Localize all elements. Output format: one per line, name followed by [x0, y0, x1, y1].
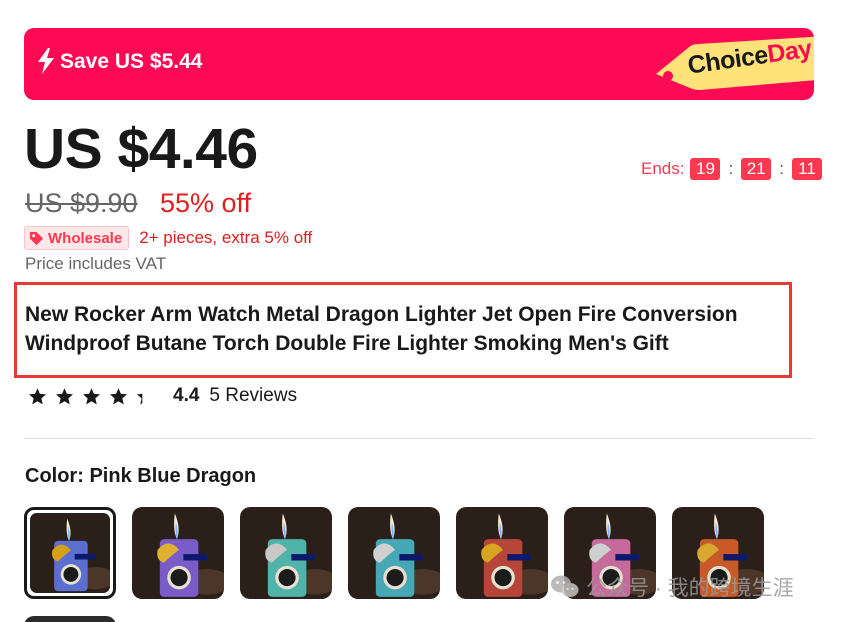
- lighter-thumbnail-image: [132, 507, 224, 599]
- wholesale-row: Wholesale 2+ pieces, extra 5% off: [24, 226, 312, 250]
- wholesale-offer-text: 2+ pieces, extra 5% off: [139, 228, 313, 247]
- star-icon: [56, 387, 73, 404]
- color-swatch[interactable]: [240, 507, 332, 599]
- rating-score: 4.4: [173, 385, 200, 406]
- color-swatch[interactable]: [456, 507, 548, 599]
- star-rating: [28, 387, 163, 406]
- countdown-hours: 19: [690, 158, 721, 180]
- lighter-thumbnail-image: [30, 513, 110, 593]
- watermark: 公众号 · 我的跨境生涯: [550, 572, 794, 602]
- color-swatch[interactable]: [24, 507, 116, 599]
- vat-note: Price includes VAT: [25, 254, 167, 273]
- lighter-thumbnail-image: [456, 507, 548, 599]
- savings-text: Save US $5.44: [60, 50, 203, 73]
- countdown-label: Ends:: [641, 159, 685, 178]
- star-icon: [29, 387, 46, 404]
- countdown-minutes: 21: [741, 158, 772, 180]
- lighter-thumbnail-image: [348, 507, 440, 599]
- wechat-icon: [551, 575, 579, 597]
- lightning-icon: [36, 48, 56, 79]
- price-tag-icon: [29, 231, 44, 245]
- star-icon: [110, 387, 127, 404]
- countdown-seconds: 11: [791, 158, 822, 180]
- divider: [24, 438, 814, 439]
- lighter-thumbnail-image: [240, 507, 332, 599]
- rating-row[interactable]: 4.4 5 Reviews: [28, 384, 297, 408]
- selected-color-name: Pink Blue Dragon: [89, 465, 257, 487]
- partial-star-icon: [137, 387, 154, 404]
- wholesale-badge[interactable]: Wholesale: [24, 226, 130, 250]
- star-icon: [83, 387, 100, 404]
- reviews-link[interactable]: 5 Reviews: [209, 385, 297, 407]
- product-title: New Rocker Arm Watch Metal Dragon Lighte…: [25, 303, 738, 355]
- color-swatch[interactable]: [132, 507, 224, 599]
- original-price: US $9.90: [25, 188, 138, 218]
- countdown-timer: Ends: 19 : 21 : 11: [641, 157, 822, 181]
- current-price: US $4.46: [24, 117, 258, 181]
- color-swatch-next-row[interactable]: [24, 616, 116, 622]
- color-label: Color: Pink Blue Dragon: [25, 465, 257, 487]
- color-swatch[interactable]: [348, 507, 440, 599]
- discount-percent: 55% off: [160, 188, 252, 218]
